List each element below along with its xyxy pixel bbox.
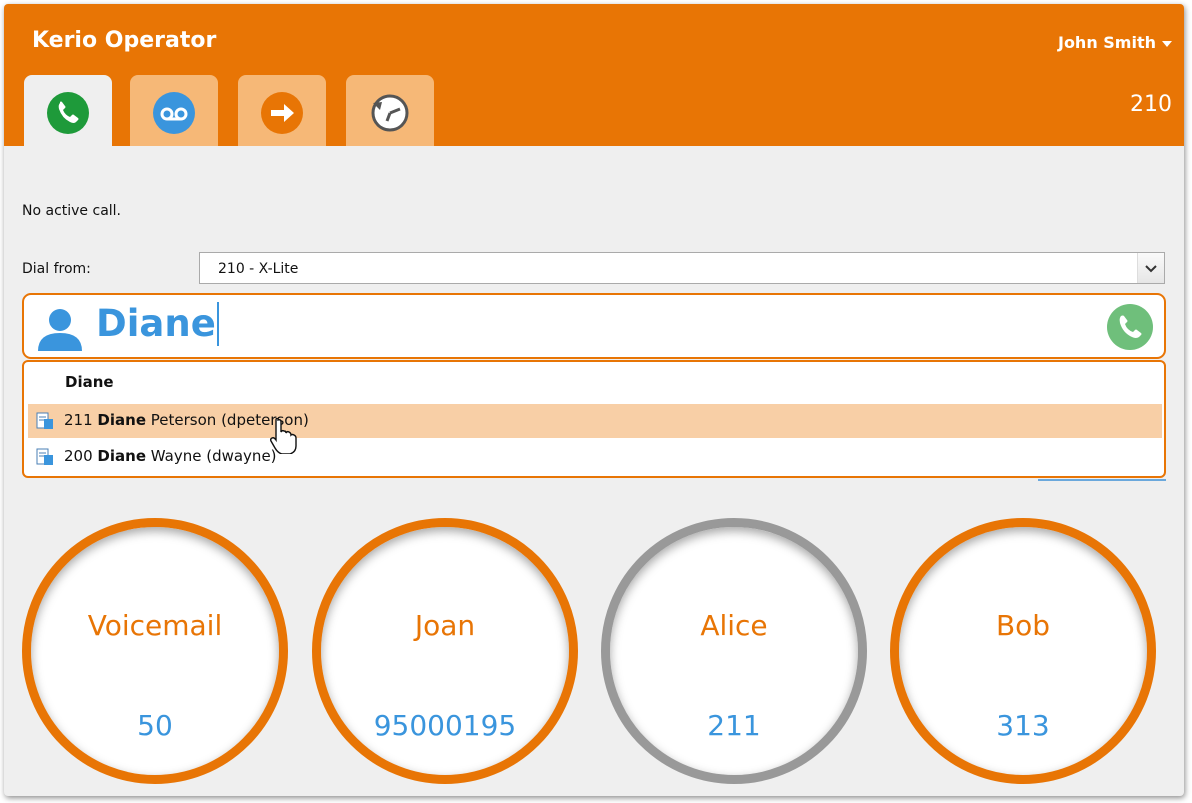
dial-from-value: 210 - X-Lite: [218, 261, 299, 277]
hand-cursor-icon: [270, 418, 297, 454]
contact-rest: Wayne (dwayne): [150, 447, 277, 465]
dial-from-label: Dial from:: [22, 261, 91, 277]
dial-from-select[interactable]: 210 - X-Lite: [199, 252, 1165, 284]
speed-dial-joan[interactable]: Joan 95000195: [312, 518, 578, 784]
speed-dial-number: 211: [707, 709, 761, 742]
speed-dial-alice[interactable]: Alice 211: [601, 518, 867, 784]
speed-dial-bob[interactable]: Bob 313: [890, 518, 1156, 784]
chevron-down-icon: [1145, 265, 1157, 273]
extension-number: 210: [1130, 92, 1172, 117]
speed-dial-name: Alice: [700, 609, 768, 642]
chevron-down-icon: [1162, 40, 1172, 47]
user-name: John Smith: [1057, 33, 1156, 52]
contact-extension: 200: [64, 447, 93, 465]
suggestion-item[interactable]: 200 Diane Wayne (dwayne): [28, 440, 1162, 474]
contact-search-box[interactable]: Diane: [22, 293, 1166, 359]
call-button[interactable]: [1106, 303, 1154, 351]
speed-dial-name: Voicemail: [87, 609, 223, 642]
contact-card-icon: [36, 448, 53, 465]
speed-dial-number: 50: [137, 709, 173, 742]
header-bar: Kerio Operator John Smith 210: [4, 4, 1184, 148]
person-icon: [38, 309, 82, 351]
forward-arrow-icon: [261, 92, 303, 134]
suggestion-header: Diane: [65, 373, 114, 391]
voicemail-icon: [153, 92, 195, 134]
speed-dial-voicemail[interactable]: Voicemail 50: [22, 518, 288, 784]
contact-match: Diane: [97, 447, 146, 465]
contact-suggestions: Diane 211 Diane Peterson (dpeterson) 200…: [22, 360, 1166, 478]
speed-dial-name: Joan: [414, 609, 476, 642]
contact-extension: 211: [64, 411, 93, 429]
divider-line: [1038, 479, 1166, 481]
contact-match: Diane: [97, 411, 146, 429]
dropdown-arrow[interactable]: [1137, 253, 1164, 283]
search-input[interactable]: Diane: [96, 302, 219, 346]
call-status: No active call.: [22, 203, 121, 219]
operator-window: Kerio Operator John Smith 210 No active …: [4, 4, 1184, 796]
speed-dial-name: Bob: [995, 609, 1051, 642]
call-history-icon: [371, 94, 409, 132]
phone-icon: [47, 92, 89, 134]
speed-dial-number: 95000195: [373, 709, 517, 742]
user-menu[interactable]: John Smith: [1058, 33, 1172, 52]
tab-call-history[interactable]: [346, 75, 434, 146]
speed-dial-number: 313: [996, 709, 1050, 742]
tab-voicemail[interactable]: [130, 75, 218, 146]
contact-card-icon: [36, 412, 53, 429]
app-title: Kerio Operator: [32, 28, 217, 53]
suggestion-item[interactable]: 211 Diane Peterson (dpeterson): [28, 404, 1162, 438]
tab-phone[interactable]: [24, 75, 112, 148]
tab-forward[interactable]: [238, 75, 326, 146]
